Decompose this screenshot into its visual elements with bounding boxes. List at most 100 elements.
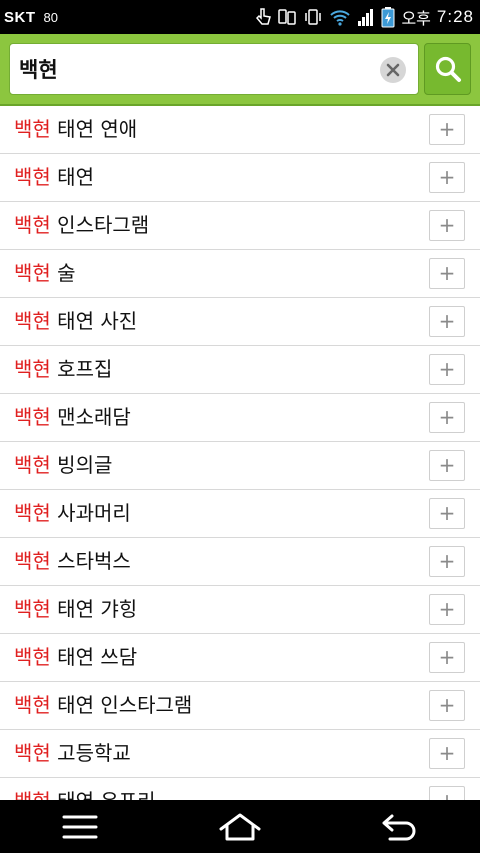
suggestion-keyword: 백현 [14,549,51,573]
close-icon [386,63,400,77]
suggestion-text: 백현 태연 쓰담 [14,634,137,681]
home-button[interactable] [200,800,280,853]
suggestion-keyword: 백현 [14,693,51,717]
list-item[interactable]: 백현 고등학교 + [0,730,480,778]
suggestion-suffix: 고등학교 [50,741,131,765]
suggestion-keyword: 백현 [14,789,51,800]
suggestion-keyword: 백현 [14,405,51,429]
suggestion-suffix: 사과머리 [50,501,131,525]
suggestion-text: 백현 태연 사진 [14,298,137,345]
suggestion-suffix: 태연 [50,165,94,189]
add-to-query-button[interactable]: + [429,594,465,625]
add-to-query-button[interactable]: + [429,786,465,800]
suggestion-keyword: 백현 [14,213,51,237]
add-to-query-button[interactable]: + [429,498,465,529]
list-item[interactable]: 백현 태연 유포리 + [0,778,480,800]
menu-icon [62,814,98,840]
suggestion-suffix: 술 [50,261,76,285]
clock: 7:28 [436,7,474,26]
suggestion-keyword: 백현 [14,117,51,141]
suggestion-suffix: 태연 인스타그램 [50,693,193,717]
suggestion-keyword: 백현 [14,357,51,381]
add-to-query-button[interactable]: + [429,402,465,433]
list-item[interactable]: 백현 태연 인스타그램 + [0,682,480,730]
search-box [9,43,419,95]
back-button[interactable] [360,800,440,853]
phone-sync-icon [277,7,297,27]
suggestion-text: 백현 인스타그램 [14,202,149,249]
suggestion-text: 백현 태연 유포리 [14,778,156,800]
add-to-query-button[interactable]: + [429,738,465,769]
suggestion-keyword: 백현 [14,741,51,765]
list-item[interactable]: 백현 스타벅스 + [0,538,480,586]
suggestion-text: 백현 맨소래담 [14,394,131,441]
clear-button[interactable] [380,57,406,83]
add-to-query-button[interactable]: + [429,306,465,337]
add-to-query-button[interactable]: + [429,642,465,673]
suggestion-text: 백현 태연 갸힝 [14,586,137,633]
list-item[interactable]: 백현 술 + [0,250,480,298]
status-bar: SKT 80 오후 7:28 [0,0,480,34]
list-item[interactable]: 백현 맨소래담 + [0,394,480,442]
signal-icon [357,7,375,27]
suggestion-text: 백현 태연 [14,154,94,201]
wifi-icon [329,7,351,27]
suggestion-suffix: 태연 유포리 [51,789,155,800]
battery-icon [381,6,395,28]
suggestion-suffix: 태연 연애 [50,117,138,141]
suggestion-suffix: 태연 사진 [50,309,138,333]
list-item[interactable]: 백현 태연 갸힝 + [0,586,480,634]
list-item[interactable]: 백현 인스타그램 + [0,202,480,250]
add-to-query-button[interactable]: + [429,258,465,289]
search-header [0,34,480,106]
suggestion-list: 백현 태연 연애 + 백현 태연 + 백현 인스타그램 + 백현 술 + 백현 … [0,106,480,800]
add-to-query-button[interactable]: + [429,546,465,577]
add-to-query-button[interactable]: + [429,162,465,193]
suggestion-suffix: 스타벅스 [50,549,131,573]
add-to-query-button[interactable]: + [429,114,465,145]
add-to-query-button[interactable]: + [429,450,465,481]
add-to-query-button[interactable]: + [429,354,465,385]
suggestion-suffix: 맨소래담 [50,405,131,429]
touch-icon [255,7,272,27]
suggestion-suffix: 호프집 [50,357,113,381]
list-item[interactable]: 백현 사과머리 + [0,490,480,538]
suggestion-text: 백현 고등학교 [14,730,131,777]
carrier-label: SKT [4,8,36,26]
suggestion-keyword: 백현 [14,261,51,285]
suggestion-suffix: 태연 갸힝 [50,597,138,621]
suggestion-text: 백현 빙의글 [14,442,112,489]
notification-count: 80 [43,9,58,25]
home-icon [218,812,262,842]
list-item[interactable]: 백현 태연 연애 + [0,106,480,154]
list-item[interactable]: 백현 태연 쓰담 + [0,634,480,682]
suggestion-suffix: 빙의글 [50,453,113,477]
suggestion-keyword: 백현 [14,309,51,333]
suggestion-text: 백현 호프집 [14,346,112,393]
suggestion-text: 백현 스타벅스 [14,538,131,585]
ampm-label: 오후 [401,11,431,28]
suggestion-keyword: 백현 [14,597,51,621]
suggestion-text: 백현 사과머리 [14,490,131,537]
list-item[interactable]: 백현 빙의글 + [0,442,480,490]
suggestion-keyword: 백현 [14,645,51,669]
add-to-query-button[interactable]: + [429,210,465,241]
navigation-bar [0,800,480,853]
suggestion-keyword: 백현 [14,501,51,525]
list-item[interactable]: 백현 호프집 + [0,346,480,394]
suggestion-keyword: 백현 [14,453,51,477]
suggestion-text: 백현 태연 연애 [14,106,137,153]
menu-button[interactable] [40,800,120,853]
vibrate-icon [303,7,323,27]
search-icon [434,55,462,83]
suggestion-suffix: 태연 쓰담 [50,645,138,669]
search-input[interactable] [19,44,379,94]
back-icon [380,813,420,841]
suggestion-suffix: 인스타그램 [50,213,150,237]
list-item[interactable]: 백현 태연 사진 + [0,298,480,346]
suggestion-text: 백현 술 [14,250,76,297]
search-button[interactable] [424,43,471,95]
suggestion-keyword: 백현 [14,165,51,189]
list-item[interactable]: 백현 태연 + [0,154,480,202]
add-to-query-button[interactable]: + [429,690,465,721]
